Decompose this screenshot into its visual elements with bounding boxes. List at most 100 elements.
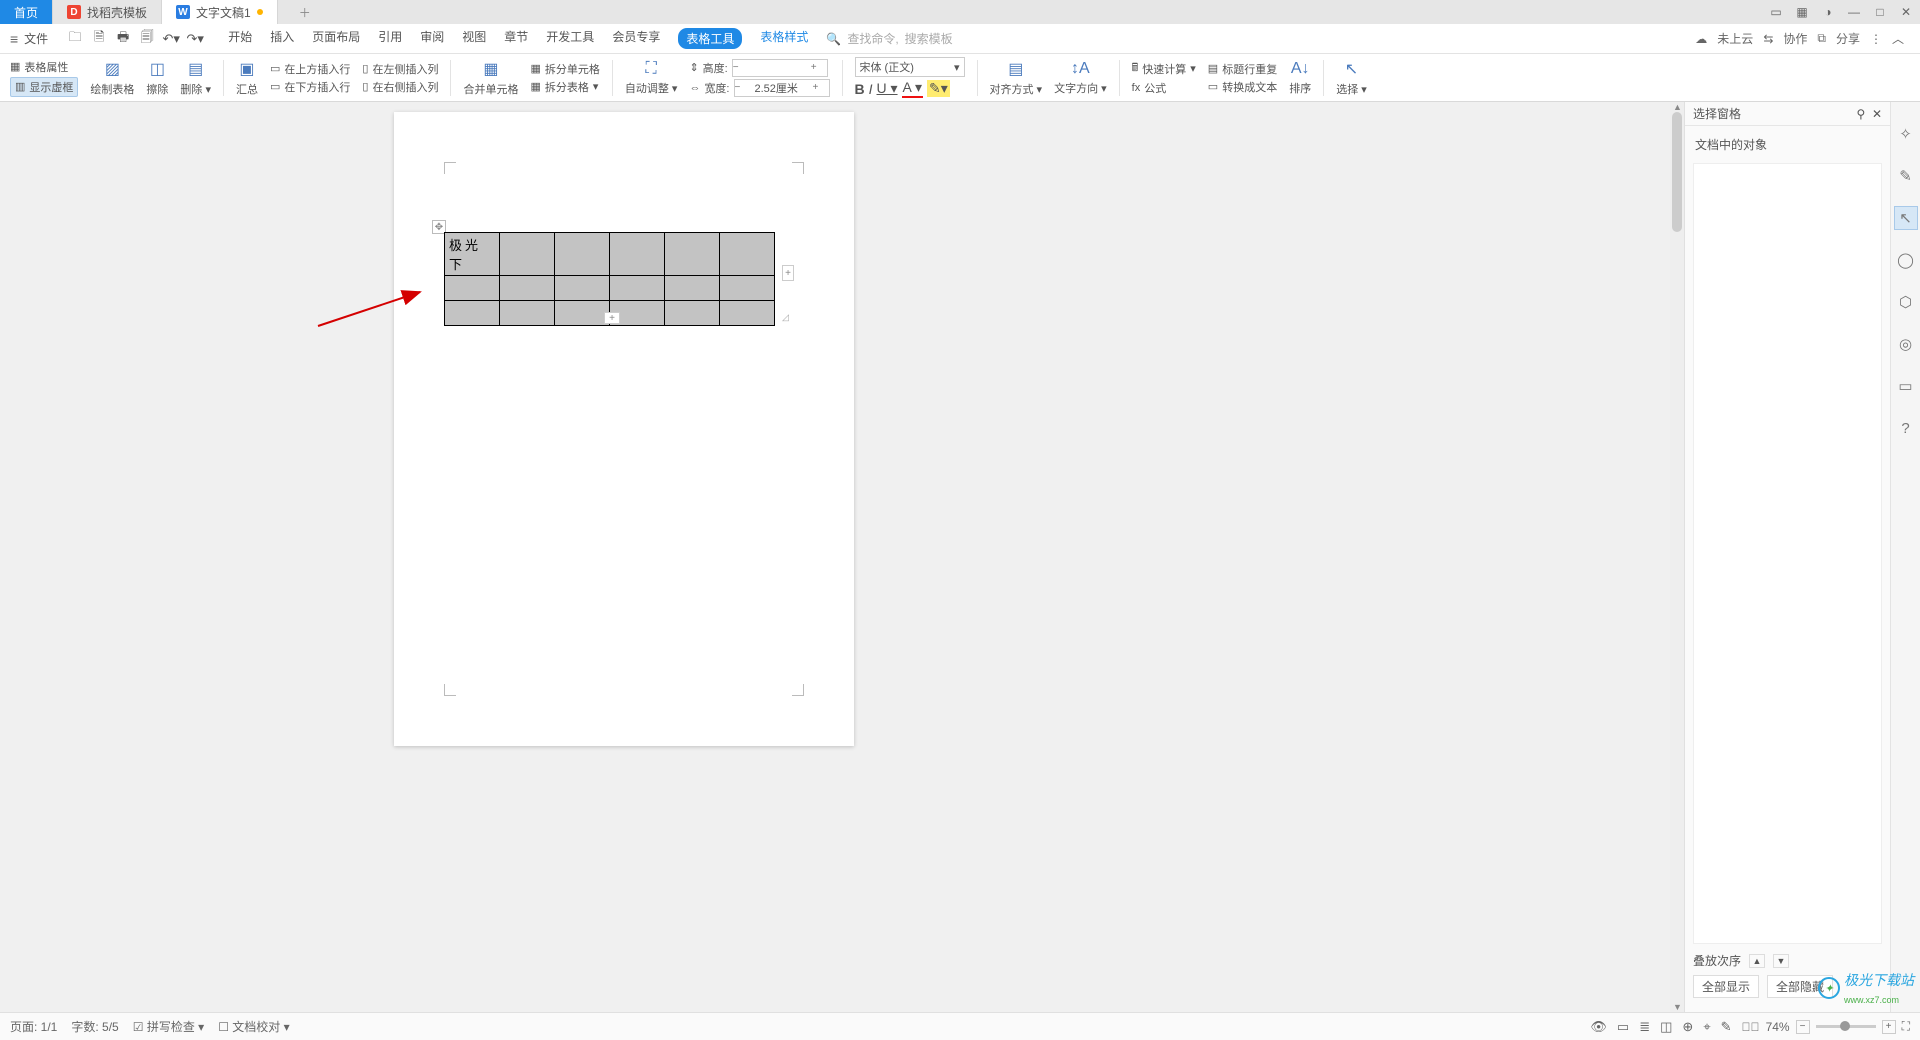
table-cell[interactable]: 极光下 bbox=[445, 233, 500, 276]
word-count[interactable]: 字数: 5/5 bbox=[71, 1018, 118, 1035]
collapse-ribbon-icon[interactable]: ︿ bbox=[1892, 30, 1904, 47]
highlight-button[interactable]: ✎▾ bbox=[927, 80, 950, 97]
table-resize-handle[interactable]: ◿ bbox=[782, 312, 789, 323]
send-backward-button[interactable]: ▼ bbox=[1773, 954, 1789, 968]
menu-table-style[interactable]: 表格样式 bbox=[760, 28, 808, 49]
fullscreen-icon[interactable]: ⛶ bbox=[1902, 1019, 1910, 1034]
menu-review[interactable]: 审阅 bbox=[420, 28, 444, 49]
menu-member[interactable]: 会员专享 bbox=[612, 28, 660, 49]
save-icon[interactable]: 🗀 bbox=[66, 30, 84, 48]
content-check-toggle[interactable]: ☐ 文档校对 ▾ bbox=[218, 1018, 289, 1035]
menu-view[interactable]: 视图 bbox=[462, 28, 486, 49]
menu-layout[interactable]: 页面布局 bbox=[312, 28, 360, 49]
width-spinner[interactable]: −2.52厘米+ bbox=[734, 79, 830, 97]
scroll-up-icon[interactable]: ▲ bbox=[1673, 102, 1682, 112]
scroll-thumb[interactable] bbox=[1672, 112, 1682, 232]
delete-button[interactable]: 删除 ▾ bbox=[180, 81, 211, 97]
spellcheck-toggle[interactable]: ☑ 拼写检查 ▾ bbox=[133, 1018, 204, 1035]
summary-button[interactable]: 汇总 bbox=[236, 81, 258, 97]
shape-tool-icon[interactable]: ◯ bbox=[1894, 248, 1918, 272]
read-tool-icon[interactable]: ▭ bbox=[1894, 374, 1918, 398]
cloud-icon[interactable]: ☁ bbox=[1695, 32, 1707, 46]
bring-forward-button[interactable]: ▲ bbox=[1749, 954, 1765, 968]
undo-icon[interactable]: ↶▾ bbox=[162, 30, 180, 48]
select-button[interactable]: 选择 ▾ bbox=[1336, 81, 1367, 97]
more-menu-icon[interactable]: ⋮ bbox=[1870, 32, 1882, 46]
zoom-control[interactable]: �⃞ 74% − + ⛶ bbox=[1742, 1019, 1910, 1034]
new-tab-button[interactable]: ＋ bbox=[278, 0, 332, 24]
tab-home[interactable]: 首页 bbox=[0, 0, 53, 24]
pin-icon[interactable]: ⚲ bbox=[1856, 107, 1865, 121]
view-read-icon[interactable]: ◫ bbox=[1660, 1019, 1672, 1035]
view-web-icon[interactable]: ⊕ bbox=[1682, 1019, 1693, 1035]
autofit-button[interactable]: 自动调整 ▾ bbox=[625, 80, 678, 96]
split-table-button[interactable]: 拆分表格 ▾ bbox=[545, 79, 599, 95]
text-dir-button[interactable]: 文字方向 ▾ bbox=[1054, 80, 1107, 96]
height-spinner[interactable]: −+ bbox=[732, 59, 828, 77]
merge-cells-button[interactable]: 合并单元格 bbox=[463, 81, 518, 97]
zoom-out-button[interactable]: − bbox=[1796, 1020, 1810, 1034]
menu-dev[interactable]: 开发工具 bbox=[546, 28, 594, 49]
menu-section[interactable]: 章节 bbox=[504, 28, 528, 49]
erase-button[interactable]: 擦除 bbox=[146, 81, 168, 97]
minimize-button[interactable]: — bbox=[1846, 4, 1862, 20]
font-color-button[interactable]: A ▾ bbox=[902, 79, 923, 98]
fast-calc-button[interactable]: 快速计算 ▾ bbox=[1142, 61, 1196, 77]
link-tool-icon[interactable]: ⬡ bbox=[1894, 290, 1918, 314]
repeat-hdr-button[interactable]: 标题行重复 bbox=[1222, 61, 1277, 77]
print-icon[interactable]: 🖶 bbox=[114, 30, 132, 48]
underline-button[interactable]: U ▾ bbox=[877, 80, 898, 97]
page-canvas[interactable]: ✥ 极光下 + + ◿ bbox=[394, 112, 854, 746]
bold-button[interactable]: B bbox=[855, 81, 865, 97]
page-indicator[interactable]: 页面: 1/1 bbox=[10, 1018, 57, 1035]
print-preview-icon[interactable]: 🗎 bbox=[90, 30, 108, 48]
file-menu[interactable]: 文件 bbox=[24, 30, 48, 47]
menu-reference[interactable]: 引用 bbox=[378, 28, 402, 49]
command-search[interactable]: 🔍 查找命令, 搜索模板 bbox=[826, 30, 952, 47]
help-tool-icon[interactable]: ? bbox=[1894, 416, 1918, 440]
insert-below-button[interactable]: 在下方插入行 bbox=[284, 79, 350, 95]
close-pane-icon[interactable]: ✕ bbox=[1872, 107, 1882, 121]
add-row-button[interactable]: + bbox=[604, 312, 620, 324]
share-icon[interactable]: ⧉ bbox=[1817, 31, 1826, 46]
add-column-button[interactable]: + bbox=[782, 265, 794, 281]
menu-table-tool[interactable]: 表格工具 bbox=[678, 28, 742, 49]
vertical-scrollbar[interactable]: ▲ ▼ bbox=[1670, 102, 1684, 1012]
show-all-button[interactable]: 全部显示 bbox=[1693, 975, 1759, 998]
show-border-button[interactable]: 显示虚框 bbox=[29, 79, 73, 95]
insert-right-button[interactable]: 在右侧插入列 bbox=[372, 79, 438, 95]
layout-icon[interactable]: ▭ bbox=[1768, 4, 1784, 20]
view-outline-icon[interactable]: ≣ bbox=[1639, 1019, 1650, 1035]
maximize-button[interactable]: □ bbox=[1872, 4, 1888, 20]
location-tool-icon[interactable]: ◎ bbox=[1894, 332, 1918, 356]
export-icon[interactable]: 🗐 bbox=[138, 30, 156, 48]
view-settings-icon[interactable]: ✎ bbox=[1721, 1019, 1732, 1035]
tab-document[interactable]: W 文字文稿1 bbox=[162, 0, 278, 24]
hamburger-icon[interactable]: ≡ bbox=[10, 31, 18, 47]
formula-button[interactable]: 公式 bbox=[1144, 80, 1166, 96]
align-button[interactable]: 对齐方式 ▾ bbox=[990, 81, 1043, 97]
view-page-icon[interactable]: ▭ bbox=[1617, 1019, 1629, 1035]
edit-tool-icon[interactable]: ✎ bbox=[1894, 164, 1918, 188]
view-focus-icon[interactable]: ⌖ bbox=[1703, 1019, 1710, 1035]
menu-insert[interactable]: 插入 bbox=[270, 28, 294, 49]
table-props-button[interactable]: 表格属性 bbox=[24, 59, 68, 75]
insert-above-button[interactable]: 在上方插入行 bbox=[284, 61, 350, 77]
scroll-down-icon[interactable]: ▼ bbox=[1673, 1002, 1682, 1012]
select-tool-icon[interactable]: ↖ bbox=[1894, 206, 1918, 230]
view-eye-icon[interactable]: 👁 bbox=[1590, 1019, 1607, 1035]
insert-left-button[interactable]: 在左侧插入列 bbox=[372, 61, 438, 77]
to-text-button[interactable]: 转换成文本 bbox=[1222, 79, 1277, 95]
zoom-in-button[interactable]: + bbox=[1882, 1020, 1896, 1034]
draw-table-button[interactable]: 绘制表格 bbox=[90, 81, 134, 97]
user-icon[interactable]: ◑ bbox=[1820, 4, 1836, 20]
apps-icon[interactable]: ▦ bbox=[1794, 4, 1810, 20]
collab-icon[interactable]: ⇆ bbox=[1763, 32, 1773, 46]
menu-start[interactable]: 开始 bbox=[228, 28, 252, 49]
close-window-button[interactable]: ✕ bbox=[1898, 4, 1914, 20]
italic-button[interactable]: I bbox=[869, 81, 873, 97]
redo-icon[interactable]: ↷▾ bbox=[186, 30, 204, 48]
objects-list[interactable] bbox=[1693, 163, 1882, 944]
tab-template[interactable]: D 找稻壳模板 bbox=[53, 0, 162, 24]
font-select[interactable]: 宋体 (正文)▾ bbox=[855, 57, 965, 77]
